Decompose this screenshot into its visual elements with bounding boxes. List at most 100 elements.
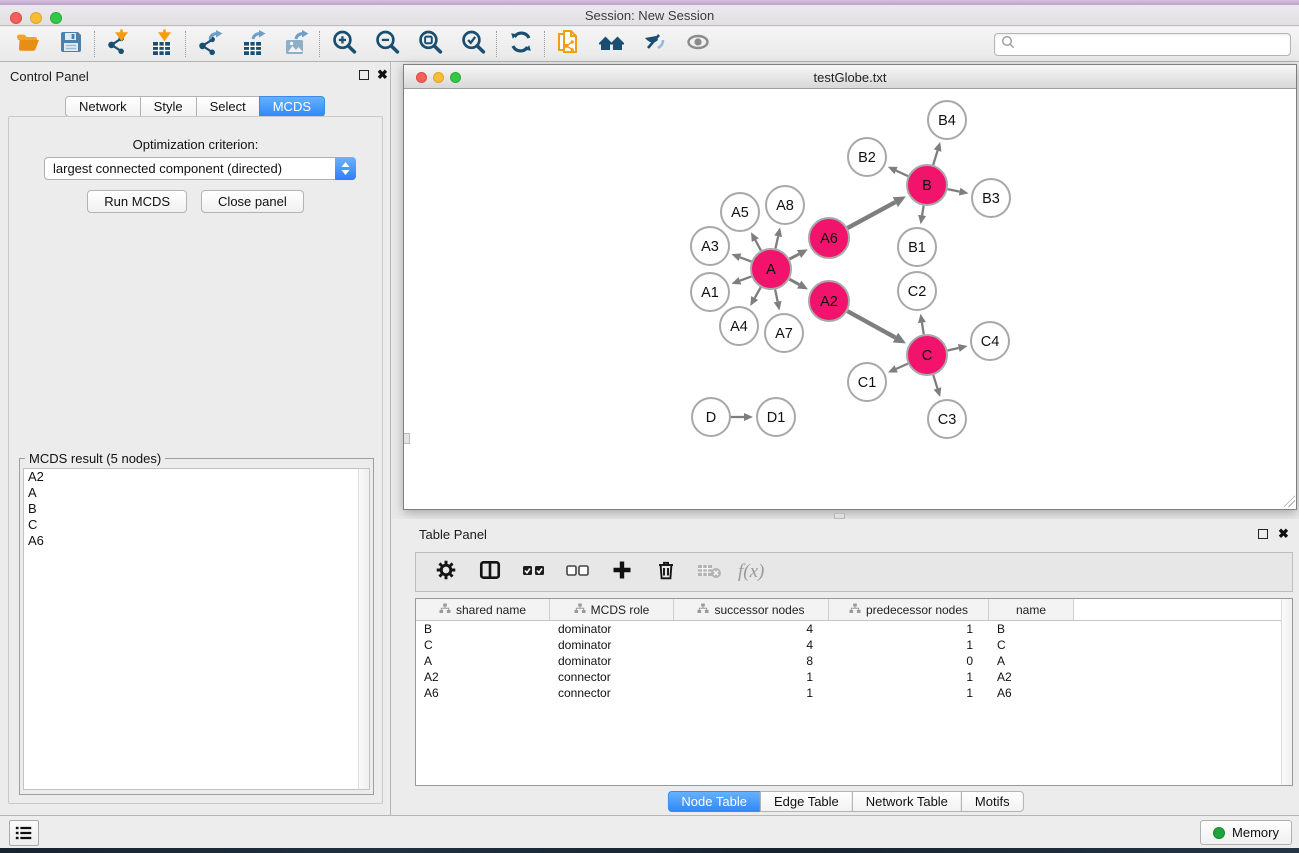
add-column-icon [611, 559, 633, 586]
graph-edge-B-B4[interactable] [933, 151, 937, 165]
split-view-button[interactable] [472, 556, 508, 588]
export-table-icon [239, 28, 267, 61]
network-canvas[interactable]: B4B2BB3A8A5A6B1A3AC2A1A2A4A7C4CC1C3DD1 [404, 89, 1296, 508]
search-box[interactable] [994, 33, 1291, 56]
graph-edge-A-A2[interactable] [789, 279, 799, 284]
memory-button[interactable]: Memory [1200, 820, 1292, 845]
add-column-button[interactable] [604, 556, 640, 588]
graph-edge-A-A6[interactable] [790, 254, 799, 259]
cytoscape-app: Session: New Session Control Panel ✖ Net… [0, 0, 1299, 853]
graph-edge-B-B3[interactable] [948, 189, 960, 191]
import-network-button[interactable] [97, 29, 140, 59]
table-row[interactable]: Cdominator41C [416, 637, 1292, 653]
memory-label: Memory [1232, 825, 1279, 840]
close-panel-icon[interactable]: ✖ [377, 67, 388, 83]
memory-status-icon [1213, 827, 1225, 839]
graph-edge-A-A3[interactable] [740, 257, 751, 261]
show-panel-button[interactable] [676, 29, 719, 59]
search-input[interactable] [1019, 37, 1284, 51]
tab-edge-table[interactable]: Edge Table [760, 791, 853, 812]
table-cell: A2 [416, 670, 550, 684]
table-tabs: Node TableEdge TableNetwork TableMotifs [667, 791, 1023, 812]
network-window-titlebar[interactable]: testGlobe.txt [404, 65, 1296, 89]
tab-select[interactable]: Select [196, 96, 260, 117]
table-close-panel-icon[interactable]: ✖ [1278, 526, 1289, 542]
table-row[interactable]: Adominator80A [416, 653, 1292, 669]
graph-node-label-A2: A2 [820, 294, 838, 310]
run-mcds-button[interactable]: Run MCDS [87, 190, 187, 213]
graph-edge-B-B1[interactable] [922, 206, 924, 216]
gear-button[interactable] [428, 556, 464, 588]
graph-edge-A-A5[interactable] [755, 240, 761, 250]
mcds-result-item[interactable]: C [24, 517, 369, 533]
result-list-scrollbar[interactable] [358, 469, 369, 789]
mcds-result-item[interactable]: A6 [24, 533, 369, 549]
mcds-result-item[interactable]: B [24, 501, 369, 517]
export-image-button[interactable] [274, 29, 317, 59]
window-resize-grip[interactable] [1283, 495, 1295, 507]
tab-network[interactable]: Network [65, 96, 141, 117]
table-row[interactable]: Bdominator41B [416, 621, 1292, 637]
zoom-in-button[interactable] [322, 29, 365, 59]
first-neighbors-button[interactable] [590, 29, 633, 59]
graph-node-label-D1: D1 [767, 410, 786, 426]
column-header-successor-nodes[interactable]: successor nodes [674, 599, 829, 620]
graph-edge-C-C2[interactable] [922, 323, 924, 335]
graph-node-label-B3: B3 [982, 191, 1000, 207]
canvas-splitter-handle[interactable] [404, 433, 410, 444]
graph-edge-C-C3[interactable] [933, 375, 937, 388]
column-header-MCDS-role[interactable]: MCDS role [550, 599, 674, 620]
import-table-button[interactable] [140, 29, 183, 59]
select-all-button[interactable] [516, 556, 552, 588]
zoom-selected-button[interactable] [451, 29, 494, 59]
tab-node-table[interactable]: Node Table [667, 791, 761, 812]
delete-table-button[interactable] [692, 556, 728, 588]
table-scrollbar[interactable] [1281, 599, 1292, 785]
graph-edge-B-B2[interactable] [896, 171, 908, 177]
deselect-all-button[interactable] [560, 556, 596, 588]
graph-edge-A6-B[interactable] [847, 202, 895, 228]
zoom-fit-button[interactable] [408, 29, 451, 59]
graph-arrowhead [959, 188, 969, 196]
graph-edge-C-C4[interactable] [947, 348, 958, 351]
column-header-shared-name[interactable]: shared name [416, 599, 550, 620]
close-panel-button[interactable]: Close panel [201, 190, 304, 213]
tab-network-table[interactable]: Network Table [852, 791, 962, 812]
column-header-predecessor-nodes[interactable]: predecessor nodes [829, 599, 989, 620]
tab-motifs[interactable]: Motifs [961, 791, 1024, 812]
table-cell: dominator [550, 654, 674, 668]
table-float-panel-icon[interactable] [1258, 529, 1268, 539]
zoom-out-button[interactable] [365, 29, 408, 59]
float-panel-icon[interactable] [359, 70, 369, 80]
table-row[interactable]: A2connector11A2 [416, 669, 1292, 685]
graph-node-label-C1: C1 [858, 375, 877, 391]
delete-column-button[interactable] [648, 556, 684, 588]
save-session-button[interactable] [49, 29, 92, 59]
export-table-button[interactable] [231, 29, 274, 59]
open-session-button[interactable] [6, 29, 49, 59]
tab-style[interactable]: Style [140, 96, 197, 117]
refresh-button[interactable] [499, 29, 542, 59]
graph-edge-A-A1[interactable] [740, 276, 751, 280]
status-bar: Memory [0, 815, 1299, 848]
criterion-dropdown[interactable]: largest connected component (directed) [44, 157, 356, 180]
table-cell: 4 [674, 638, 829, 652]
graph-edge-A-A8[interactable] [775, 236, 778, 248]
task-history-button[interactable] [9, 820, 39, 846]
graph-node-label-A5: A5 [731, 205, 749, 221]
toolbar-separator [544, 31, 545, 57]
graph-edge-A2-C[interactable] [847, 311, 895, 337]
export-network-button[interactable] [188, 29, 231, 59]
table-row[interactable]: A6connector11A6 [416, 685, 1292, 701]
mcds-result-item[interactable]: A [24, 485, 369, 501]
graph-edge-C-C1[interactable] [896, 364, 908, 369]
network-window-title: testGlobe.txt [404, 70, 1296, 85]
column-header-name[interactable]: name [989, 599, 1074, 620]
graph-edge-A-A7[interactable] [775, 290, 777, 302]
toolbar-separator [94, 31, 95, 57]
tab-mcds[interactable]: MCDS [259, 96, 325, 117]
graph-edge-A-A4[interactable] [755, 287, 761, 298]
mcds-result-item[interactable]: A2 [24, 469, 369, 485]
new-network-button[interactable] [547, 29, 590, 59]
hide-panel-button[interactable] [633, 29, 676, 59]
